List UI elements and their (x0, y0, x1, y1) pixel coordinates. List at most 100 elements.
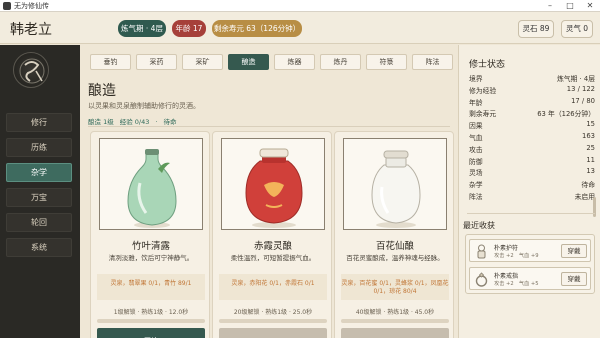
recipe-progress-bar (341, 319, 449, 323)
brew-exp: 经验 0/43 (119, 118, 150, 126)
recipe-image (221, 138, 325, 230)
realm-badge: 炼气期 · 4层 (118, 20, 166, 37)
recipe-image (99, 138, 203, 230)
brew-level: 酿造 1级 (88, 118, 114, 126)
sidebar-item-reincarnation[interactable]: 轮回 (6, 213, 72, 232)
spirit-stone-counter: 灵石 89 (518, 20, 554, 38)
harvest-item: 朴素戒指 攻击 +2 气血 +5 穿戴 (469, 267, 591, 290)
stat-row: 境界 炼气期 · 4层 (469, 73, 595, 83)
stat-row: 杂学 待命 (469, 179, 595, 189)
divider (88, 126, 450, 127)
tab-fishing[interactable]: 垂钓 (90, 54, 131, 70)
recent-harvest-title: 最近收获 (463, 221, 495, 230)
recipe-description: 柔性温烈，可短暂提振气血。 (230, 254, 316, 262)
recipe-card: 竹叶清露 清冽淡雅，饮后可宁神静气。 灵泉，翡翠果 0/1，青竹 89/1 1级… (90, 131, 210, 338)
equip-button[interactable]: 穿戴 (561, 272, 587, 286)
stat-row: 修为经验 13 / 122 (469, 85, 595, 95)
stat-value: 15 (586, 120, 595, 129)
maximize-button[interactable]: □ (560, 0, 580, 12)
stat-row: 剩余寿元 63 年（126分钟） (469, 108, 595, 118)
stat-row: 气血 163 (469, 132, 595, 142)
brew-status: 待命 (163, 118, 177, 126)
tab-brewing[interactable]: 酿造 (228, 54, 269, 70)
stat-value: 13 (586, 167, 595, 176)
sidebar-item-system[interactable]: 系统 (6, 238, 72, 257)
recipe-name: 竹叶清露 (131, 241, 170, 252)
locked-brew-button[interactable] (341, 328, 449, 338)
taiji-logo-icon (13, 52, 49, 88)
harvest-item-stats: 攻击 +2 气血 +5 (494, 281, 539, 287)
recipe-meta: 40级解锁 · 熟练1级 · 45.0秒 (355, 309, 435, 316)
jade-wine-bottle-icon (127, 149, 177, 228)
stat-label: 因果 (469, 122, 483, 131)
white-wine-jar-icon (371, 150, 421, 228)
locked-brew-button[interactable] (219, 328, 327, 338)
recipe-meta: 20级解锁 · 熟练1级 · 25.0秒 (233, 309, 313, 316)
stat-label: 境界 (469, 75, 483, 83)
harvest-item-name: 朴素戒指 (494, 273, 519, 280)
recipe-description: 百花灵蜜酿成，温养神魂与经脉。 (346, 254, 444, 262)
recipe-progress-bar (219, 319, 327, 323)
equip-button[interactable]: 穿戴 (561, 244, 587, 258)
status-header: 韩老立 炼气期 · 4层 年龄 17 剩余寿元 63（126分钟） 灵石 89 … (0, 12, 600, 44)
app-icon (3, 2, 11, 10)
stat-value: 11 (586, 155, 595, 164)
stat-label: 年龄 (469, 98, 483, 107)
stat-label: 修为经验 (469, 86, 497, 95)
window-title: 无为修仙传 (14, 2, 49, 10)
recipe-requirements: 灵泉，百花蜜 0/1，灵蜂浆 0/1，凤凰花 0/1，琼花 80/4 (341, 274, 449, 300)
recipe-card: 百花仙酿 百花灵蜜酿成，温养神魂与经脉。 灵泉，百花蜜 0/1，灵蜂浆 0/1，… (334, 131, 454, 338)
tab-herbs[interactable]: 采药 (136, 54, 177, 70)
recipe-name: 百花仙酿 (375, 241, 414, 252)
close-button[interactable]: ✕ (580, 0, 600, 12)
stat-row: 阵法 未启用 (469, 191, 595, 201)
recipe-requirements: 灵泉，翡翠果 0/1，青竹 89/1 (97, 274, 205, 300)
spirit-qi-counter: 灵气 0 (561, 20, 593, 38)
age-badge: 年龄 17 (172, 20, 206, 37)
stat-label: 气血 (469, 134, 483, 142)
stat-row: 防御 11 (469, 156, 595, 166)
sidebar-item-cultivate[interactable]: 修行 (6, 113, 72, 132)
stat-row: 因果 15 (469, 120, 595, 130)
stat-value: 未启用 (574, 193, 595, 201)
recipe-name: 赤霞灵酿 (253, 241, 292, 252)
cultivator-panel: 修士状态 境界 炼气期 · 4层 修为经验 13 / 122 年龄 17 / 80 剩余寿元… (458, 45, 600, 338)
recipe-card: 赤霞灵酿 柔性温烈，可短暂提振气血。 灵泉，赤阳花 0/1，赤霞石 0/1 20… (212, 131, 332, 338)
recipe-requirements: 灵泉，赤阳花 0/1，赤霞石 0/1 (219, 274, 327, 300)
recipe-description: 清冽淡雅，饮后可宁神静气。 (108, 254, 194, 262)
sidebar-item-crafts[interactable]: 杂学 (6, 163, 72, 182)
sidebar-item-treasures[interactable]: 万宝 (6, 188, 72, 207)
stat-label: 阵法 (469, 193, 483, 201)
requirement-line: 灵泉，翡翠果 0/1，青竹 89/1 (110, 280, 192, 287)
stat-label: 剩余寿元 (469, 110, 497, 119)
section-title: 酿造 (88, 83, 116, 99)
minimize-button[interactable]: – (540, 0, 560, 12)
recipe-image (343, 138, 447, 230)
lifespan-badge: 剩余寿元 63（126分钟） (212, 20, 302, 37)
stat-row: 年龄 17 / 80 (469, 97, 595, 107)
main-panel: 垂钓 采药 采矿 酿造 炼器 炼丹 符箓 阵法 酿造 以灵果和灵泉酿制辅助修行的… (80, 45, 458, 338)
tab-forging[interactable]: 炼器 (274, 54, 315, 70)
amulet-icon (477, 244, 486, 259)
tab-formations[interactable]: 阵法 (412, 54, 453, 70)
sidebar-item-adventure[interactable]: 历练 (6, 138, 72, 157)
red-wine-jar-icon (245, 148, 303, 228)
tab-talismans[interactable]: 符箓 (366, 54, 407, 70)
recipe-progress-bar (97, 319, 205, 323)
stat-label: 攻击 (469, 145, 483, 154)
panel-scrollbar[interactable] (593, 197, 596, 217)
harvest-item: 朴素护符 攻击 +2 气血 +9 穿戴 (469, 239, 591, 262)
tab-alchemy[interactable]: 炼丹 (320, 54, 361, 70)
sidebar: 修行 历练 杂学 万宝 轮回 系统 (0, 45, 80, 338)
stat-value: 炼气期 · 4层 (557, 75, 595, 83)
harvest-item-name: 朴素护符 (494, 245, 519, 252)
stat-label: 防御 (469, 157, 483, 166)
harvest-item-stats: 攻击 +2 气血 +9 (494, 253, 539, 259)
ring-icon (475, 272, 488, 287)
divider (467, 213, 595, 214)
player-name: 韩老立 (10, 22, 52, 38)
start-brew-button[interactable]: 开始 (97, 328, 205, 338)
cultivator-status-title: 修士状态 (469, 60, 506, 70)
tab-mining[interactable]: 采矿 (182, 54, 223, 70)
separator-dot: · (155, 118, 158, 126)
